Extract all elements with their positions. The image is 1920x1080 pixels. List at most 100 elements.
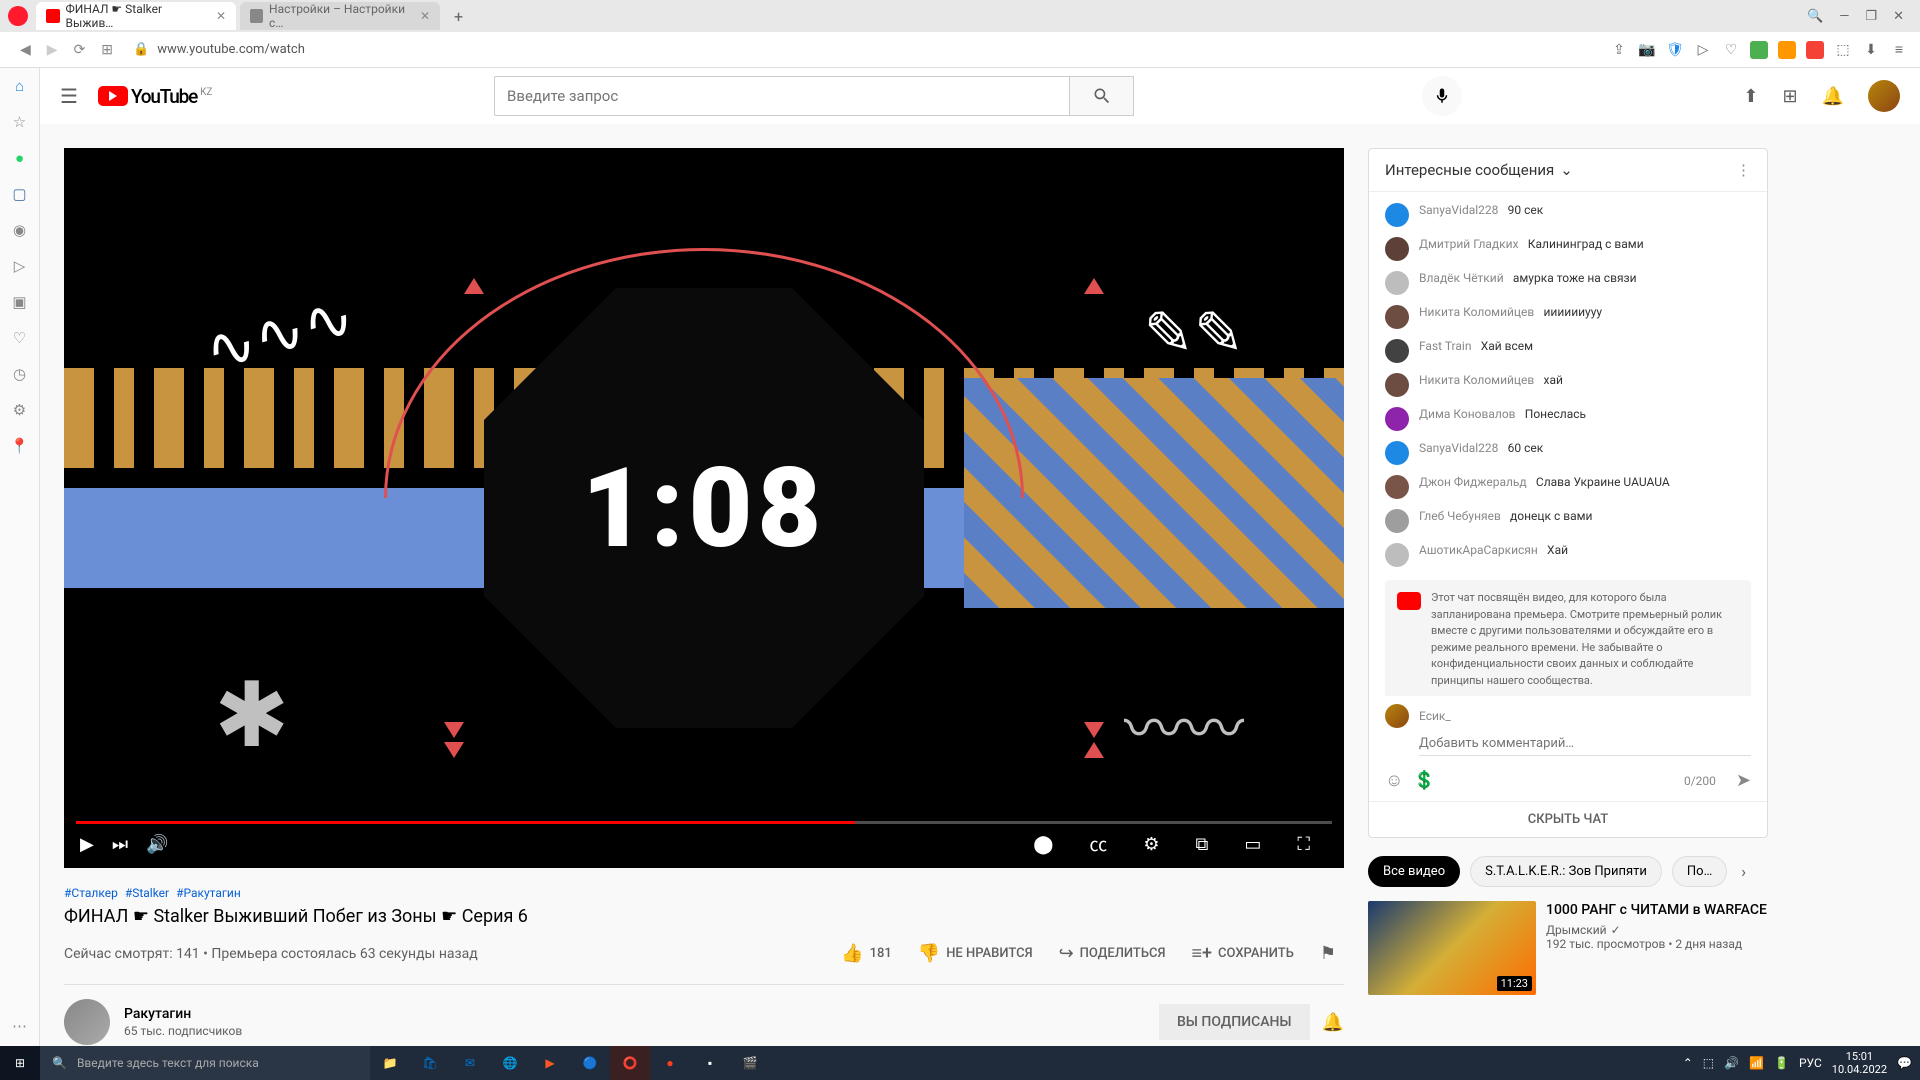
- maximize-button[interactable]: ❐: [1865, 9, 1877, 24]
- reload-button[interactable]: ⟳: [66, 38, 94, 62]
- emoji-button[interactable]: ☺: [1385, 770, 1403, 791]
- voice-search-button[interactable]: [1422, 76, 1462, 116]
- terminal-icon[interactable]: ▪: [690, 1046, 730, 1080]
- hide-chat-button[interactable]: СКРЫТЬ ЧАТ: [1369, 801, 1767, 837]
- notification-bell-icon[interactable]: 🔔: [1322, 1012, 1344, 1033]
- chip-next-icon[interactable]: ›: [1741, 862, 1746, 881]
- recommended-video[interactable]: 11:23 1000 РАНГ с ЧИТАМИ в WARFACE Дрымс…: [1368, 901, 1768, 995]
- extension-1-icon[interactable]: [1750, 41, 1768, 59]
- more-icon[interactable]: ⋯: [10, 1016, 30, 1036]
- search-input[interactable]: [494, 76, 1070, 116]
- tray-up-icon[interactable]: ⌃: [1683, 1056, 1693, 1070]
- volume-icon[interactable]: 🔊: [146, 834, 168, 855]
- browser-tab-inactive[interactable]: Настройки – Настройки с… ✕: [240, 2, 440, 30]
- superchat-button[interactable]: 💲: [1413, 770, 1435, 791]
- hamburger-menu-icon[interactable]: ☰: [60, 84, 78, 108]
- play-button[interactable]: ▶: [80, 834, 94, 855]
- opera-logo-icon[interactable]: [8, 6, 28, 26]
- miniplayer-icon[interactable]: ⧉: [1196, 834, 1209, 855]
- tray-network-icon[interactable]: 📶: [1749, 1056, 1764, 1070]
- opera-icon[interactable]: ⭕: [610, 1046, 650, 1080]
- tiles-icon[interactable]: ⊞: [93, 38, 121, 62]
- chrome-icon[interactable]: 🔵: [570, 1046, 610, 1080]
- cube-icon[interactable]: ⬚: [1834, 41, 1852, 59]
- back-button[interactable]: ◀: [12, 38, 39, 62]
- send-button[interactable]: ➤: [1736, 770, 1751, 791]
- bookmarks-icon[interactable]: ♡: [10, 328, 30, 348]
- send-icon[interactable]: ▷: [10, 256, 30, 276]
- menu-icon[interactable]: ≡: [1890, 41, 1908, 59]
- settings-icon[interactable]: ⚙: [10, 400, 30, 420]
- taskbar-search[interactable]: 🔍 Введите здесь текст для поиска: [40, 1046, 370, 1080]
- extension-2-icon[interactable]: [1778, 41, 1796, 59]
- start-button[interactable]: ⊞: [0, 1046, 40, 1080]
- minimize-button[interactable]: —: [1839, 9, 1849, 24]
- share-button[interactable]: ↪ ПОДЕЛИТЬСЯ: [1051, 937, 1174, 970]
- download-icon[interactable]: ⬇: [1862, 41, 1880, 59]
- youtube-logo[interactable]: YouTube KZ: [98, 85, 212, 108]
- settings-gear-icon[interactable]: ⚙: [1143, 834, 1159, 855]
- hashtag-link[interactable]: #Ракутагин: [176, 886, 241, 900]
- tray-icon[interactable]: ⬚: [1703, 1056, 1714, 1070]
- pin-icon[interactable]: 📍: [10, 436, 30, 456]
- add-tab-button[interactable]: +: [444, 7, 473, 26]
- search-button[interactable]: [1070, 76, 1134, 116]
- save-button[interactable]: ≡+ СОХРАНИТЬ: [1184, 937, 1302, 970]
- fullscreen-icon[interactable]: ⛶: [1297, 834, 1310, 855]
- chip-topic[interactable]: S.T.A.L.K.E.R.: Зов Припяти: [1470, 856, 1662, 887]
- autoplay-toggle[interactable]: ⬤: [1033, 834, 1053, 855]
- news-icon[interactable]: ▣: [10, 292, 30, 312]
- edge-icon[interactable]: 🌐: [490, 1046, 530, 1080]
- url-input[interactable]: 🔒 www.youtube.com/watch: [133, 42, 1598, 57]
- heart-icon[interactable]: ♡: [1722, 41, 1740, 59]
- browser-search-icon[interactable]: 🔍: [1807, 9, 1823, 24]
- explorer-icon[interactable]: 📁: [370, 1046, 410, 1080]
- theater-icon[interactable]: ▭: [1244, 834, 1261, 855]
- upload-icon[interactable]: ⬆: [1743, 86, 1758, 107]
- hashtag-link[interactable]: #Сталкер: [64, 886, 118, 900]
- video-player[interactable]: ∿∿∿ ✎✎ ✱ 〰〰 1:08 ▶ ⏭ 🔊 ⬤: [64, 148, 1344, 868]
- tray-battery-icon[interactable]: 🔋: [1774, 1056, 1789, 1070]
- chat-header[interactable]: Интересные сообщения ⌄ ⋮: [1369, 149, 1767, 192]
- store-icon[interactable]: 🛍: [410, 1046, 450, 1080]
- forward-button[interactable]: ▶: [39, 38, 66, 62]
- channel-avatar[interactable]: [64, 999, 110, 1045]
- chat-menu-icon[interactable]: ⋮: [1736, 161, 1751, 179]
- browser-tab-active[interactable]: ФИНАЛ ☛ Stalker Выжив… ✕: [36, 2, 236, 30]
- clock-icon[interactable]: ◷: [10, 364, 30, 384]
- dislike-button[interactable]: 👎 НЕ НРАВИТСЯ: [910, 937, 1041, 970]
- report-button[interactable]: ⚑: [1312, 937, 1344, 970]
- home-icon[interactable]: ⌂: [10, 76, 30, 96]
- close-tab-icon[interactable]: ✕: [216, 9, 226, 23]
- chip-more[interactable]: По…: [1672, 856, 1727, 887]
- like-button[interactable]: 👍 181: [833, 937, 900, 970]
- channel-name[interactable]: Ракутагин: [124, 1006, 242, 1022]
- close-tab-icon[interactable]: ✕: [420, 9, 430, 23]
- camera-icon[interactable]: 📷: [1638, 41, 1656, 59]
- whatsapp-icon[interactable]: ●: [10, 148, 30, 168]
- tray-lang[interactable]: РУС: [1799, 1056, 1822, 1070]
- user-avatar[interactable]: [1868, 80, 1900, 112]
- vk-icon[interactable]: ▢: [10, 184, 30, 204]
- extension-3-icon[interactable]: [1806, 41, 1824, 59]
- apps-icon[interactable]: ⊞: [1782, 86, 1797, 107]
- play-icon[interactable]: ▷: [1694, 41, 1712, 59]
- media-icon[interactable]: ▶: [530, 1046, 570, 1080]
- tray-volume-icon[interactable]: 🔊: [1724, 1056, 1739, 1070]
- video-icon[interactable]: 🎬: [730, 1046, 770, 1080]
- next-button[interactable]: ⏭: [112, 834, 128, 855]
- notifications-center-icon[interactable]: 💬: [1897, 1056, 1912, 1070]
- share-icon[interactable]: ⇪: [1610, 41, 1628, 59]
- captions-icon[interactable]: ㏄: [1089, 831, 1107, 857]
- subscribed-button[interactable]: ВЫ ПОДПИСАНЫ: [1159, 1004, 1310, 1040]
- shield-icon[interactable]: 🛡: [1666, 41, 1684, 59]
- chat-messages[interactable]: SanyaVidal228 90 сек Дмитрий Гладких Кал…: [1369, 192, 1767, 696]
- notifications-icon[interactable]: 🔔: [1822, 86, 1844, 107]
- close-window-button[interactable]: ✕: [1893, 9, 1904, 24]
- yandex-icon[interactable]: ●: [650, 1046, 690, 1080]
- mail-icon[interactable]: ✉: [450, 1046, 490, 1080]
- star-icon[interactable]: ☆: [10, 112, 30, 132]
- chat-input[interactable]: [1419, 732, 1751, 756]
- taskbar-clock[interactable]: 15:01 10.04.2022: [1832, 1050, 1887, 1076]
- history-icon[interactable]: ◉: [10, 220, 30, 240]
